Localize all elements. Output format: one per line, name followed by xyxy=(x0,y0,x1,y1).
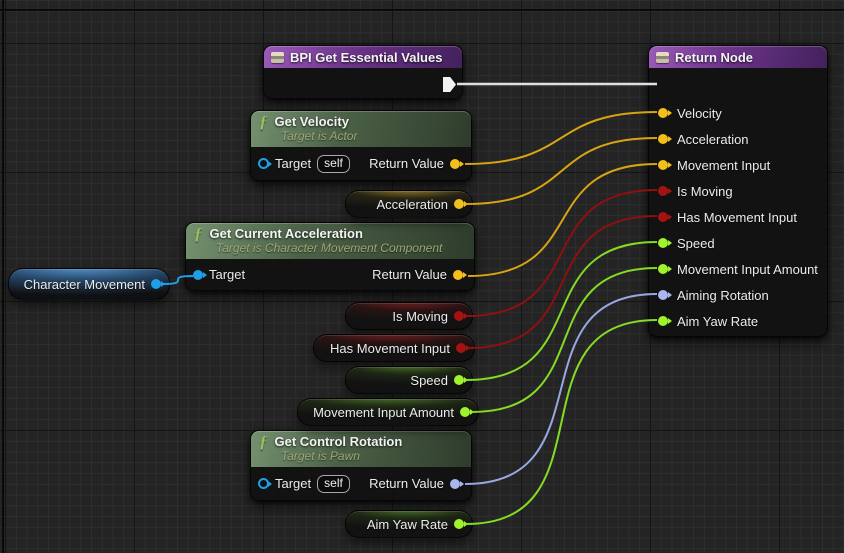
node-header: BPI Get Essential Values xyxy=(264,46,462,68)
output-pin[interactable] xyxy=(151,279,161,289)
variable-label: Speed xyxy=(410,373,448,388)
return-pin-row: Velocity xyxy=(649,100,827,126)
return-pin-row: Movement Input xyxy=(649,152,827,178)
function-icon: ƒ xyxy=(259,115,268,129)
node-header: Return Node xyxy=(649,46,827,68)
pin-has-movement-input[interactable] xyxy=(658,212,668,222)
target-input-pin[interactable] xyxy=(258,478,269,489)
variable-label: Character Movement xyxy=(24,277,145,292)
wire-speed xyxy=(466,242,657,380)
node-subtitle: Target is Character Movement Component xyxy=(216,241,466,255)
return-pin-row: Has Movement Input xyxy=(649,204,827,230)
return-value-pin[interactable] xyxy=(453,270,463,280)
wire-is-moving xyxy=(466,190,657,316)
output-pin[interactable] xyxy=(454,199,464,209)
function-icon: ƒ xyxy=(194,227,203,241)
pin-label: Target xyxy=(275,156,311,171)
output-pin[interactable] xyxy=(454,311,464,321)
node-get-velocity[interactable]: ƒ Get Velocity Target is Actor Target se… xyxy=(250,110,472,181)
pin-label: Target xyxy=(209,267,245,282)
pin-aiming-rotation[interactable] xyxy=(658,290,668,300)
variable-label: Has Movement Input xyxy=(330,341,450,356)
node-title: BPI Get Essential Values xyxy=(290,50,442,65)
target-input-pin[interactable] xyxy=(258,158,269,169)
wire-aim-yaw-rate xyxy=(466,320,657,524)
pin-speed[interactable] xyxy=(658,238,668,248)
pin-label: Return Value xyxy=(369,476,444,491)
function-icon: ƒ xyxy=(259,435,268,449)
pin-movement-input[interactable] xyxy=(658,160,668,170)
return-value-pin[interactable] xyxy=(450,479,460,489)
wire-has-movement-input xyxy=(468,216,657,348)
return-value-pin[interactable] xyxy=(450,159,460,169)
node-title: Get Control Rotation xyxy=(275,434,403,449)
pin-label: Aiming Rotation xyxy=(677,288,769,303)
grid-origin-vertical xyxy=(2,0,4,553)
pin-label: Acceleration xyxy=(677,132,749,147)
node-subtitle: Target is Pawn xyxy=(281,449,463,463)
variable-label: Movement Input Amount xyxy=(313,405,454,420)
node-title: Get Velocity xyxy=(275,114,349,129)
return-pin-row: Aim Yaw Rate xyxy=(649,308,827,334)
variable-node-acceleration[interactable]: Acceleration xyxy=(345,190,473,218)
wire-movement-input xyxy=(468,164,657,276)
target-input-pin[interactable] xyxy=(193,270,203,280)
node-get-control-rotation[interactable]: ƒ Get Control Rotation Target is Pawn Ta… xyxy=(250,430,472,501)
pin-label: Movement Input xyxy=(677,158,770,173)
return-pin-row: Movement Input Amount xyxy=(649,256,827,282)
pin-label: Velocity xyxy=(677,106,722,121)
node-bpi-get-essential-values[interactable]: BPI Get Essential Values xyxy=(263,45,463,99)
output-pin[interactable] xyxy=(454,375,464,385)
pin-label: Speed xyxy=(677,236,715,251)
node-get-current-acceleration[interactable]: ƒ Get Current Acceleration Target is Cha… xyxy=(185,222,475,291)
variable-node-character-movement[interactable]: Character Movement xyxy=(8,268,170,300)
pin-velocity[interactable] xyxy=(658,108,668,118)
wire-movement-input-amount xyxy=(472,268,657,412)
pin-label: Aim Yaw Rate xyxy=(677,314,758,329)
variable-label: Is Moving xyxy=(392,309,448,324)
output-pin[interactable] xyxy=(460,407,470,417)
pin-label: Return Value xyxy=(372,267,447,282)
return-pin-row: Acceleration xyxy=(649,126,827,152)
pin-label: Has Movement Input xyxy=(677,210,797,225)
variable-label: Acceleration xyxy=(376,197,448,212)
exec-output-pin[interactable] xyxy=(443,77,456,92)
variable-node-is-moving[interactable]: Is Moving xyxy=(345,302,473,330)
grid-origin-horizontal xyxy=(0,9,844,11)
pin-is-moving[interactable] xyxy=(658,186,668,196)
output-pin[interactable] xyxy=(454,519,464,529)
pin-acceleration[interactable] xyxy=(658,134,668,144)
return-pin-row: Speed xyxy=(649,230,827,256)
event-node-icon xyxy=(271,52,284,63)
wire-aiming-rotation xyxy=(465,294,657,484)
node-title: Return Node xyxy=(675,50,753,65)
node-header: ƒ Get Current Acceleration Target is Cha… xyxy=(186,223,474,259)
pin-label: Movement Input Amount xyxy=(677,262,818,277)
node-return[interactable]: Return Node Velocity Acceleration Moveme… xyxy=(648,45,828,337)
self-reference-box[interactable]: self xyxy=(317,475,350,493)
node-title: Get Current Acceleration xyxy=(210,226,363,241)
return-pin-row: Aiming Rotation xyxy=(649,282,827,308)
wire-acceleration xyxy=(466,138,657,204)
variable-node-speed[interactable]: Speed xyxy=(345,366,473,394)
return-node-icon xyxy=(656,52,669,63)
return-pin-row: Is Moving xyxy=(649,178,827,204)
node-header: ƒ Get Control Rotation Target is Pawn xyxy=(251,431,471,467)
variable-node-has-movement-input[interactable]: Has Movement Input xyxy=(313,334,475,362)
variable-node-movement-input-amount[interactable]: Movement Input Amount xyxy=(297,398,479,426)
pin-aim-yaw-rate[interactable] xyxy=(658,316,668,326)
output-pin[interactable] xyxy=(456,343,466,353)
variable-label: Aim Yaw Rate xyxy=(367,517,448,532)
node-header: ƒ Get Velocity Target is Actor xyxy=(251,111,471,147)
variable-node-aim-yaw-rate[interactable]: Aim Yaw Rate xyxy=(345,510,473,538)
pin-movement-input-amount[interactable] xyxy=(658,264,668,274)
blueprint-graph-canvas[interactable]: BPI Get Essential Values Return Node Vel… xyxy=(0,0,844,553)
node-subtitle: Target is Actor xyxy=(281,129,463,143)
self-reference-box[interactable]: self xyxy=(317,155,350,173)
pin-label: Is Moving xyxy=(677,184,733,199)
pin-label: Target xyxy=(275,476,311,491)
wire-velocity xyxy=(465,112,657,164)
pin-label: Return Value xyxy=(369,156,444,171)
